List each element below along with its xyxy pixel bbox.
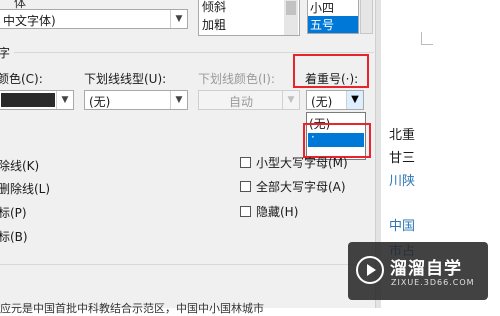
- font-dialog: 体 中文字体) ▼ 倾斜 加粗 小四 五号 字 颜色(C): 下划线线型(U):…: [0, 0, 381, 315]
- font-color-combo[interactable]: ▼: [0, 90, 74, 110]
- font-size-list[interactable]: 小四 五号: [307, 0, 359, 34]
- emphasis-label-highlight: [293, 54, 369, 88]
- watermark-site: ZIXUE.3D66.COM: [391, 278, 475, 287]
- script-font-value: 中文字体): [3, 14, 56, 28]
- emphasis-mark-value: (无): [311, 95, 333, 109]
- underline-color-label: 下划线颜色(I):: [198, 72, 275, 86]
- effect-double-strikethrough[interactable]: 删除线(L): [0, 180, 50, 197]
- script-font-combo[interactable]: 中文字体) ▼: [0, 9, 188, 29]
- page-corner-mark-v: [421, 32, 422, 44]
- play-triangle: [367, 264, 376, 276]
- small-caps-label[interactable]: 小型大写字母(M): [256, 154, 348, 171]
- play-logo-icon: [356, 256, 384, 284]
- doc-line-link: 中国: [389, 219, 416, 234]
- scrollbar-thumb[interactable]: [286, 1, 296, 15]
- watermark-brand: 溜溜自学: [390, 259, 462, 279]
- size-option-wuhao[interactable]: 五号: [310, 16, 334, 33]
- size-list-scrollbar[interactable]: [360, 0, 373, 34]
- chevron-down-icon: ▼: [282, 91, 299, 109]
- section-divider: [14, 52, 374, 53]
- hidden-label[interactable]: 隐藏(H): [256, 203, 298, 220]
- preview-divider: [0, 264, 378, 265]
- watermark-badge: 溜溜自学 ZIXUE.3D66.COM: [348, 242, 488, 300]
- color-swatch: [1, 93, 55, 107]
- effect-superscript[interactable]: 标(P): [0, 204, 27, 221]
- underline-style-value: (无): [89, 95, 111, 109]
- style-option-bold[interactable]: 加粗: [202, 16, 226, 33]
- doc-line: 甘三: [389, 151, 416, 166]
- effect-strikethrough[interactable]: 除线(K): [0, 157, 39, 174]
- underline-color-combo: 自动 ▼: [198, 90, 300, 110]
- underline-style-label: 下划线线型(U):: [84, 72, 167, 86]
- all-caps-checkbox[interactable]: [240, 181, 251, 192]
- all-caps-label[interactable]: 全部大写字母(A): [256, 178, 346, 195]
- effect-subscript[interactable]: 标(B): [0, 228, 28, 245]
- underline-style-combo[interactable]: (无) ▼: [84, 90, 188, 110]
- hidden-checkbox[interactable]: [240, 206, 251, 217]
- page-corner-mark-h: [421, 44, 433, 45]
- chevron-down-icon[interactable]: ▼: [56, 91, 73, 109]
- font-color-label: 颜色(C):: [0, 72, 43, 86]
- doc-line-link: 川陕: [389, 174, 416, 189]
- style-option-italic[interactable]: 倾斜: [202, 0, 226, 15]
- emphasis-mark-combo[interactable]: (无) ▼: [306, 90, 364, 110]
- size-option-xiaosi[interactable]: 小四: [310, 0, 334, 16]
- section-label-partial: 字: [0, 46, 11, 60]
- doc-line: 北重: [389, 128, 416, 143]
- font-style-list[interactable]: 倾斜 加粗: [198, 0, 300, 36]
- chevron-down-icon[interactable]: ▼: [346, 91, 363, 109]
- small-caps-checkbox[interactable]: [240, 157, 251, 168]
- preview-text: 应元是中国首批中科教结合示范区，中国中小国林城市: [0, 302, 264, 315]
- chevron-down-icon[interactable]: ▼: [170, 10, 187, 28]
- emphasis-option-highlight: [303, 123, 371, 158]
- style-list-scrollbar[interactable]: [284, 0, 298, 35]
- chevron-down-icon[interactable]: ▼: [170, 91, 187, 109]
- underline-color-value: 自动: [228, 95, 253, 109]
